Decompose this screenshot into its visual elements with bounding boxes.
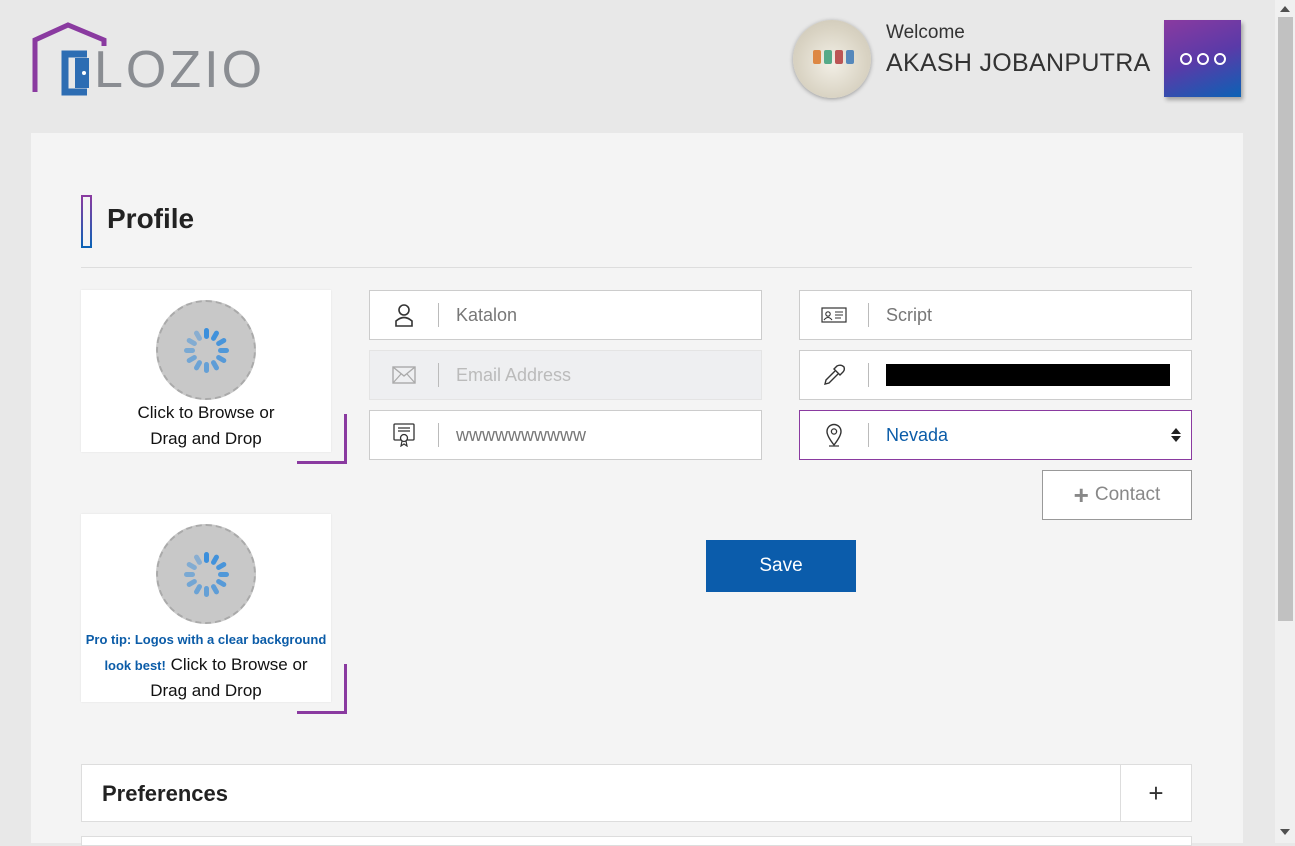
envelope-icon [370, 351, 438, 399]
upload-instructions: Pro tip: Logos with a clear background l… [81, 626, 331, 703]
plus-icon: + [1073, 480, 1089, 510]
scroll-down-arrow-icon[interactable] [1280, 829, 1290, 835]
last-name-input[interactable] [886, 304, 1176, 326]
last-name-field[interactable] [799, 290, 1192, 340]
preferences-accordion[interactable]: Preferences + [81, 764, 1192, 822]
redacted-phone-value[interactable] [886, 364, 1170, 386]
eyedropper-icon [800, 351, 868, 399]
website-field[interactable] [369, 410, 762, 460]
upload-text-line1: Click to Browse or [137, 403, 275, 422]
more-dots-icon-2 [1196, 52, 1209, 65]
upload-placeholder [156, 300, 256, 400]
next-accordion[interactable] [81, 836, 1192, 846]
certificate-icon [370, 411, 438, 459]
more-dots-icon-3 [1213, 52, 1226, 65]
expand-plus-icon[interactable]: + [1120, 765, 1191, 821]
more-dots-icon [1179, 52, 1192, 65]
field-separator [868, 363, 869, 387]
welcome-label: Welcome [886, 22, 965, 43]
website-input[interactable] [456, 424, 746, 446]
field-separator [438, 303, 439, 327]
add-contact-label: Contact [1094, 484, 1161, 505]
save-button[interactable]: Save [706, 540, 856, 592]
phone-field[interactable] [799, 350, 1192, 400]
location-pin-icon [800, 411, 868, 459]
username: AKASH JOBANPUTRA [886, 49, 1151, 77]
field-separator [438, 363, 439, 387]
email-input [456, 364, 746, 386]
logo-upload[interactable]: Pro tip: Logos with a clear background l… [81, 514, 331, 702]
scroll-up-arrow-icon[interactable] [1280, 6, 1290, 12]
user-icon [370, 291, 438, 339]
divider [81, 267, 1192, 268]
email-field [369, 350, 762, 400]
title-accent-bar [81, 195, 92, 248]
select-arrows-icon [1161, 428, 1191, 442]
field-separator [438, 423, 439, 447]
state-select-value: Nevada [886, 424, 949, 445]
brand-logo[interactable]: LOZIO [32, 22, 262, 96]
page-title: Profile [107, 203, 195, 234]
upload-corner-accent [297, 664, 347, 714]
preferences-title: Preferences [102, 781, 228, 806]
scroll-thumb[interactable] [1278, 17, 1293, 621]
id-card-icon [800, 291, 868, 339]
logo-text: LOZIO [94, 41, 266, 99]
field-separator [868, 303, 869, 327]
first-name-input[interactable] [456, 304, 746, 326]
add-contact-button[interactable]: + Contact [1042, 470, 1192, 520]
upload-text-line1: Click to Browse or [170, 655, 308, 674]
upload-corner-accent [297, 414, 347, 464]
state-select[interactable]: Nevada [799, 410, 1192, 460]
upload-text-line2: Drag and Drop [150, 429, 262, 448]
upload-text-line2: Drag and Drop [150, 681, 262, 700]
profile-photo-upload[interactable]: Click to Browse or Drag and Drop [81, 290, 331, 452]
field-separator [868, 423, 869, 447]
vertical-scrollbar[interactable] [1275, 0, 1295, 843]
avatar[interactable] [793, 20, 871, 98]
upload-instructions: Click to Browse or Drag and Drop [81, 400, 331, 452]
upload-placeholder [156, 524, 256, 624]
first-name-field[interactable] [369, 290, 762, 340]
more-menu-button[interactable] [1164, 20, 1241, 97]
